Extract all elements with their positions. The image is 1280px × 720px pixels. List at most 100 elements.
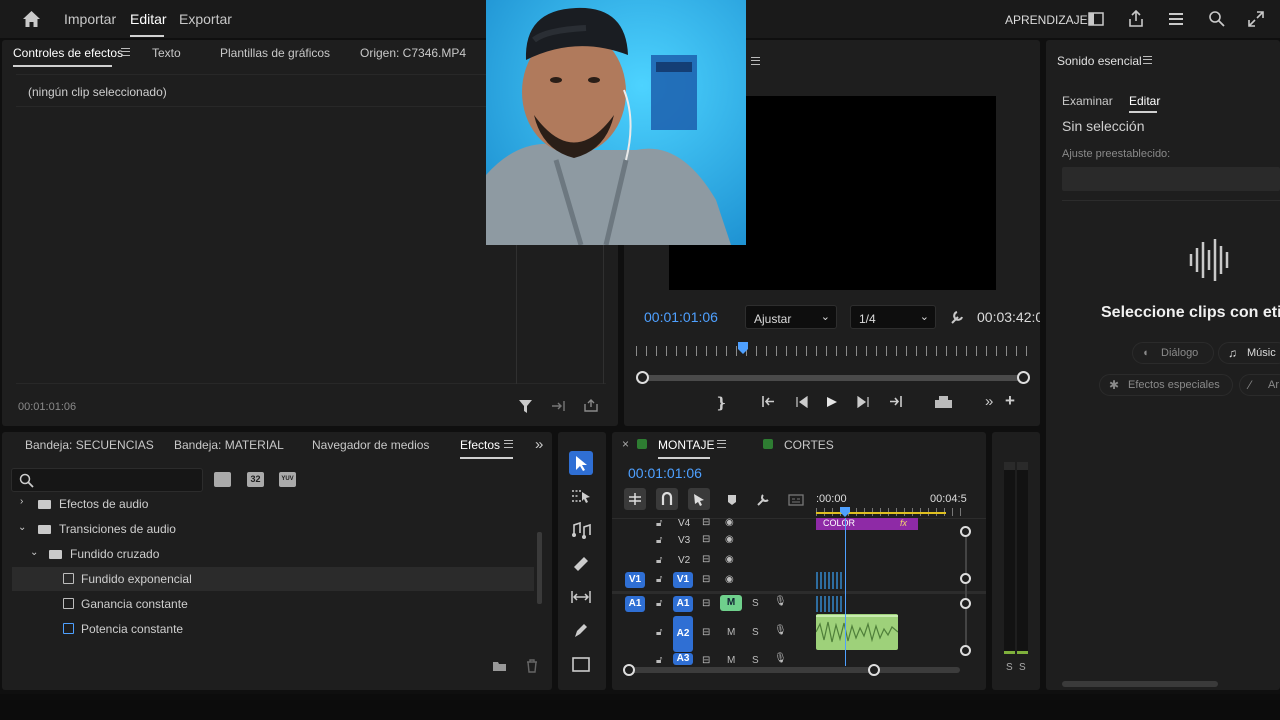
new-folder-icon[interactable]: [492, 660, 507, 672]
sync-lock-icon[interactable]: ⊟: [702, 655, 710, 666]
ambience-type-button[interactable]: ⁄ Ar: [1239, 374, 1280, 396]
panel-menu-icon[interactable]: [717, 440, 726, 448]
razor-tool-icon[interactable]: [572, 555, 590, 572]
tab-text[interactable]: Texto: [152, 46, 181, 60]
program-timecode[interactable]: 00:01:01:06: [644, 309, 718, 325]
search-icon[interactable]: [1208, 10, 1225, 27]
yuv-effects-icon[interactable]: YUV: [279, 472, 296, 487]
music-type-button[interactable]: ♫ Músic: [1218, 342, 1280, 364]
go-to-in-icon[interactable]: [761, 395, 776, 408]
track-target-v1[interactable]: V1: [673, 572, 693, 588]
mark-out-icon[interactable]: ❵: [715, 394, 728, 412]
track-label-v4[interactable]: V4: [678, 518, 690, 529]
more-tabs-icon[interactable]: »: [535, 436, 543, 453]
lock-icon[interactable]: 🔓︎: [656, 627, 662, 638]
solo-left-label[interactable]: S: [1006, 662, 1013, 673]
zoom-scrollbar[interactable]: [642, 375, 1024, 381]
more-controls-icon[interactable]: »: [985, 393, 993, 410]
effects-search-input[interactable]: [11, 468, 203, 492]
tree-item-exponential-fade[interactable]: Fundido exponencial: [12, 567, 534, 591]
tab-graphics-templates[interactable]: Plantillas de gráficos: [220, 46, 330, 60]
share-icon[interactable]: [1128, 10, 1144, 27]
solo-button-a3[interactable]: S: [752, 655, 759, 666]
add-button-icon[interactable]: +: [1005, 391, 1015, 411]
solo-button-a2[interactable]: S: [752, 627, 759, 638]
scrollbar-handle-left[interactable]: [636, 371, 649, 384]
vertical-scrollbar[interactable]: [537, 532, 542, 604]
fit-dropdown[interactable]: Ajustar ⌄: [745, 305, 837, 329]
sfx-type-button[interactable]: ✱ Efectos especiales: [1099, 374, 1233, 396]
wrench-icon[interactable]: [949, 309, 965, 325]
track-target-a1[interactable]: A1: [673, 596, 693, 612]
sync-lock-icon[interactable]: ⊟: [702, 534, 710, 545]
microphone-icon[interactable]: 🎙︎: [774, 625, 787, 636]
tab-bin-sequences[interactable]: Bandeja: SECUENCIAS: [25, 438, 154, 452]
video-clip-fragments[interactable]: [816, 572, 842, 589]
audio-clip-a2[interactable]: [816, 614, 898, 650]
scroll-handle-right[interactable]: [868, 664, 880, 676]
captions-icon[interactable]: [788, 494, 804, 506]
pen-tool-icon[interactable]: [573, 622, 589, 639]
eye-icon[interactable]: ◉: [725, 574, 734, 585]
lock-icon[interactable]: 🔓︎: [656, 574, 662, 585]
slip-tool-icon[interactable]: [570, 590, 592, 604]
ripple-edit-tool-icon[interactable]: [571, 521, 591, 539]
sync-lock-icon[interactable]: ⊟: [702, 517, 710, 528]
scrollbar-handle-right[interactable]: [1017, 371, 1030, 384]
microphone-icon[interactable]: 🎙︎: [774, 596, 787, 607]
nest-toggle-button[interactable]: [624, 488, 646, 510]
scroll-handle[interactable]: [960, 573, 971, 584]
timeline-horizontal-scrollbar[interactable]: [630, 667, 960, 673]
playhead-marker[interactable]: [839, 506, 851, 518]
insert-icon[interactable]: [551, 400, 567, 412]
mute-button-a3[interactable]: M: [727, 655, 735, 666]
sync-lock-icon[interactable]: ⊟: [702, 598, 710, 609]
lock-icon[interactable]: 🔓︎: [656, 655, 662, 666]
play-icon[interactable]: [826, 396, 838, 408]
tab-edit[interactable]: Editar: [1129, 94, 1160, 108]
lock-icon[interactable]: 🔓︎: [656, 598, 662, 609]
eye-icon[interactable]: ◉: [725, 534, 734, 545]
wrench-icon[interactable]: [756, 493, 770, 507]
trash-icon[interactable]: [526, 659, 538, 673]
audio-clip-fragments[interactable]: [816, 596, 842, 612]
filter-icon[interactable]: [518, 398, 533, 414]
track-label-v3[interactable]: V3: [678, 535, 690, 546]
export-frame-icon[interactable]: [934, 395, 953, 409]
tree-item-crossfade[interactable]: ⌄ Fundido cruzado: [12, 542, 534, 566]
preset-dropdown[interactable]: [1062, 167, 1280, 191]
linked-selection-button[interactable]: [688, 488, 710, 510]
tab-media-browser[interactable]: Navegador de medios: [312, 438, 429, 452]
eye-icon[interactable]: ◉: [725, 517, 734, 528]
monitor-menu-icon[interactable]: [751, 57, 760, 65]
horizontal-scrollbar[interactable]: [1062, 681, 1218, 687]
track-select-tool-icon[interactable]: [571, 488, 591, 504]
track-target-a2[interactable]: A2: [673, 616, 693, 652]
tab-source[interactable]: Origen: C7346.MP4: [360, 46, 466, 60]
vertical-scroll-track[interactable]: [965, 532, 967, 650]
lock-icon[interactable]: 🔓︎: [656, 555, 662, 566]
rectangle-tool-icon[interactable]: [572, 657, 590, 673]
panel-menu-icon[interactable]: [504, 440, 513, 448]
dialogue-type-button[interactable]: ◖ Diálogo: [1132, 342, 1214, 364]
panel-menu-icon[interactable]: [121, 48, 130, 56]
panel-menu-icon[interactable]: [1143, 56, 1152, 64]
mute-button-a2[interactable]: M: [727, 627, 735, 638]
tab-sequence-cortes[interactable]: CORTES: [784, 438, 834, 452]
selection-tool-icon[interactable]: [575, 455, 588, 472]
track-target-a3[interactable]: A3: [673, 653, 693, 665]
track-label-v2[interactable]: V2: [678, 555, 690, 566]
scroll-handle[interactable]: [960, 526, 971, 537]
playhead-marker[interactable]: [737, 341, 749, 357]
tab-bin-material[interactable]: Bandeja: MATERIAL: [174, 438, 284, 452]
work-area-bar[interactable]: [816, 512, 946, 514]
marker-icon[interactable]: [727, 494, 737, 506]
tree-item-constant-power[interactable]: Potencia constante: [12, 617, 534, 641]
source-patch-v1[interactable]: V1: [625, 572, 645, 588]
tab-effect-controls[interactable]: Controles de efectos: [13, 46, 123, 60]
lock-icon[interactable]: 🔓︎: [656, 535, 662, 546]
sync-lock-icon[interactable]: ⊟: [702, 627, 710, 638]
color-adjustment-clip[interactable]: COLOR fx: [816, 518, 918, 530]
solo-button-a1[interactable]: S: [752, 598, 759, 609]
step-forward-icon[interactable]: [857, 396, 870, 408]
